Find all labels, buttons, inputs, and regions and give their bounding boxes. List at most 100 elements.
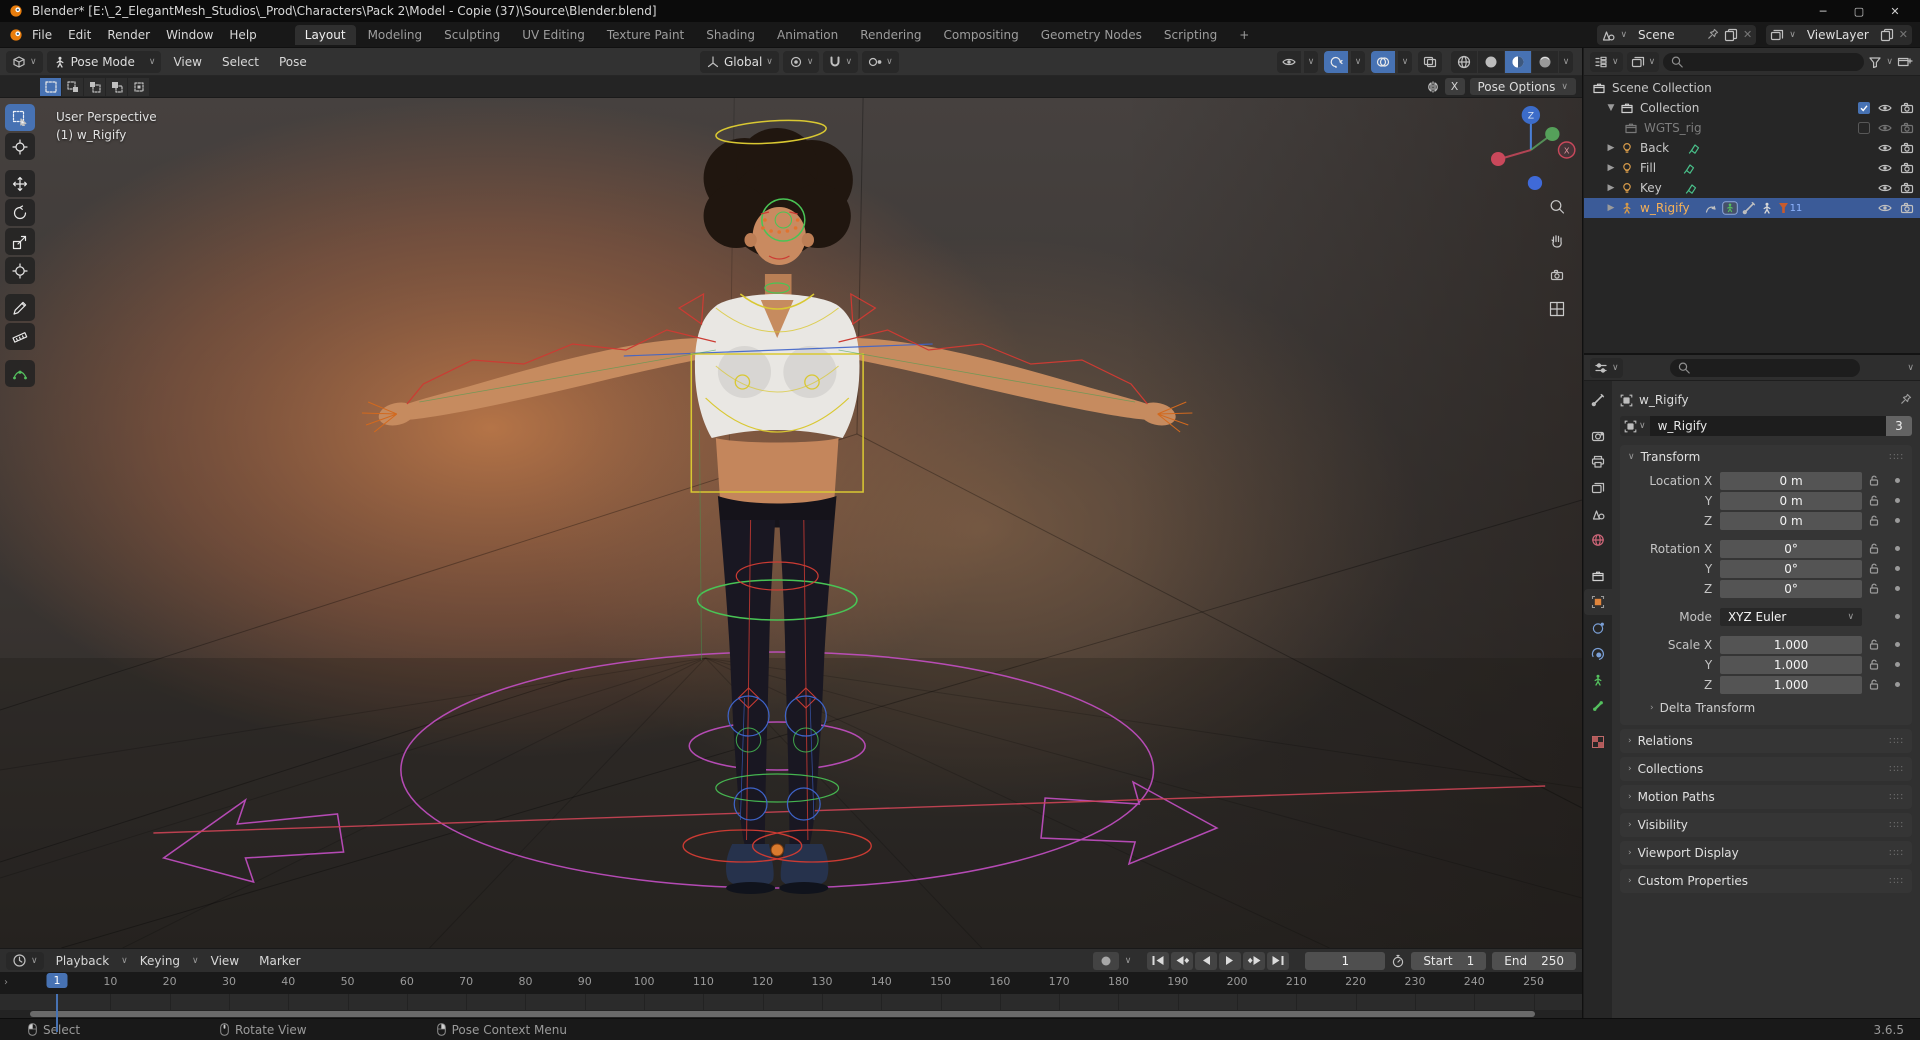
outliner-display-mode[interactable]: ∨ xyxy=(1626,51,1660,72)
rotation-z-field[interactable]: 0° xyxy=(1720,579,1862,598)
animate-dot[interactable] xyxy=(1887,566,1908,571)
xray-toggle[interactable] xyxy=(1418,50,1442,73)
tab-sculpting[interactable]: Sculpting xyxy=(434,25,510,45)
scale-z-field[interactable]: 1.000 xyxy=(1720,675,1862,694)
relations-panel[interactable]: › Relations ∷∷ xyxy=(1620,729,1912,753)
animate-dot[interactable] xyxy=(1887,642,1908,647)
lock-icon[interactable] xyxy=(1868,542,1880,555)
animate-dot[interactable] xyxy=(1887,682,1908,687)
pin-id-icon[interactable] xyxy=(1900,393,1912,407)
viewlayer-selector[interactable]: ∨ ViewLayer ✕ xyxy=(1766,24,1912,45)
animate-dot[interactable] xyxy=(1887,662,1908,667)
animate-dot[interactable] xyxy=(1887,586,1908,591)
expand-arrow[interactable]: ▶ xyxy=(1606,203,1616,213)
collections-panel[interactable]: › Collections ∷∷ xyxy=(1620,757,1912,781)
tab-uv-editing[interactable]: UV Editing xyxy=(512,25,595,45)
zoom-control[interactable] xyxy=(1544,194,1570,220)
tool-move[interactable] xyxy=(5,170,35,197)
tab-compositing[interactable]: Compositing xyxy=(933,25,1028,45)
transform-panel-header[interactable]: ∨ Transform ∷∷ xyxy=(1620,445,1912,469)
tab-shading[interactable]: Shading xyxy=(696,25,765,45)
tab-scene[interactable] xyxy=(1584,501,1612,527)
wgts-checkbox[interactable] xyxy=(1858,122,1870,134)
outliner-row-scene-collection[interactable]: Scene Collection xyxy=(1584,78,1920,98)
menu-marker[interactable]: Marker xyxy=(251,951,308,971)
next-keyframe-button[interactable] xyxy=(1243,951,1266,970)
tool-transform[interactable] xyxy=(5,257,35,284)
tab-layout[interactable]: Layout xyxy=(294,24,356,45)
close-button[interactable]: ✕ xyxy=(1878,1,1912,21)
rotation-y-field[interactable]: 0° xyxy=(1720,559,1862,578)
pin-icon[interactable] xyxy=(1707,28,1719,42)
prev-keyframe-button[interactable] xyxy=(1171,951,1194,970)
menu-render[interactable]: Render xyxy=(99,25,158,45)
tool-annotate[interactable] xyxy=(5,294,35,321)
tool-scale[interactable] xyxy=(5,228,35,255)
current-frame-field[interactable]: 1 xyxy=(1305,951,1386,970)
custom-properties-panel[interactable]: › Custom Properties ∷∷ xyxy=(1620,869,1912,893)
menu-help[interactable]: Help xyxy=(221,25,264,45)
outliner-row-wgts-rig[interactable]: WGTS_rig xyxy=(1584,118,1920,138)
tool-cursor[interactable] xyxy=(5,133,35,160)
object-name-field[interactable]: w_Rigify xyxy=(1649,416,1886,436)
outliner-editor-type[interactable]: ∨ xyxy=(1590,51,1623,72)
x-mirror-icon[interactable] xyxy=(1426,80,1440,93)
shading-material[interactable] xyxy=(1505,50,1531,73)
editor-type-button[interactable]: ∨ xyxy=(6,50,43,73)
tool-measure[interactable] xyxy=(5,323,35,350)
tab-scripting[interactable]: Scripting xyxy=(1154,25,1227,45)
animate-dot[interactable] xyxy=(1887,546,1908,551)
lock-icon[interactable] xyxy=(1868,658,1880,671)
menu-pose[interactable]: Pose xyxy=(271,52,315,72)
location-x-field[interactable]: 0 m xyxy=(1720,471,1862,490)
lock-icon[interactable] xyxy=(1868,638,1880,651)
tool-rotate[interactable] xyxy=(5,199,35,226)
add-workspace-button[interactable]: + xyxy=(1229,25,1259,45)
rotation-x-field[interactable]: 0° xyxy=(1720,539,1862,558)
menu-window[interactable]: Window xyxy=(158,25,221,45)
wgts-eye-icon[interactable] xyxy=(1878,122,1892,134)
lock-icon[interactable] xyxy=(1868,678,1880,691)
menu-edit[interactable]: Edit xyxy=(60,25,99,45)
overlays-toggle[interactable] xyxy=(1371,50,1395,73)
shading-solid[interactable] xyxy=(1478,50,1504,73)
scene-selector[interactable]: ∨ Scene ✕ xyxy=(1597,24,1757,45)
mirror-x-button[interactable]: X xyxy=(1444,78,1465,95)
stopwatch-icon[interactable] xyxy=(1391,954,1405,968)
blender-menu-icon[interactable] xyxy=(8,28,24,42)
tab-animation[interactable]: Animation xyxy=(767,25,848,45)
tab-output[interactable] xyxy=(1584,449,1612,475)
show-object-types-toggle[interactable] xyxy=(1277,50,1301,73)
menu-select[interactable]: Select xyxy=(214,52,267,72)
lock-icon[interactable] xyxy=(1868,562,1880,575)
tab-texture-paint[interactable]: Texture Paint xyxy=(597,25,694,45)
select-intersect-button[interactable] xyxy=(128,77,149,96)
tab-render[interactable] xyxy=(1584,423,1612,449)
jump-to-start-button[interactable] xyxy=(1147,951,1170,970)
select-set-button[interactable] xyxy=(40,77,61,96)
properties-options-dropdown[interactable]: ∨ xyxy=(1907,363,1914,373)
expand-arrow[interactable]: ▶ xyxy=(1606,183,1616,193)
expand-arrow[interactable]: ▶ xyxy=(1606,143,1616,153)
transform-orientation[interactable]: Global ∨ xyxy=(700,50,779,73)
jump-to-end-button[interactable] xyxy=(1267,951,1290,970)
timeline-track[interactable] xyxy=(0,994,1582,1011)
gizmos-toggle[interactable] xyxy=(1324,50,1348,73)
auto-keying-button[interactable] xyxy=(1092,951,1119,970)
frame-end-field[interactable]: End 250 xyxy=(1492,951,1576,970)
expand-arrow[interactable]: ▼ xyxy=(1606,103,1616,113)
pan-control[interactable] xyxy=(1544,228,1570,254)
tab-tool[interactable] xyxy=(1584,387,1612,413)
play-button[interactable] xyxy=(1219,951,1242,970)
lock-icon[interactable] xyxy=(1868,582,1880,595)
properties-editor-type[interactable]: ∨ xyxy=(1590,357,1623,378)
pose-options-dropdown[interactable]: Pose Options ∨ xyxy=(1469,78,1576,95)
render-camera-icon[interactable] xyxy=(1900,162,1914,174)
mode-selector[interactable]: Pose Mode ∨ xyxy=(46,50,162,73)
ortho-toggle-control[interactable] xyxy=(1544,296,1570,322)
menu-keying[interactable]: Keying xyxy=(132,951,188,971)
collection-checkbox[interactable] xyxy=(1858,102,1870,114)
tab-bone[interactable] xyxy=(1584,693,1612,719)
shading-wireframe[interactable] xyxy=(1451,50,1477,73)
hide-eye-icon[interactable] xyxy=(1878,102,1892,114)
